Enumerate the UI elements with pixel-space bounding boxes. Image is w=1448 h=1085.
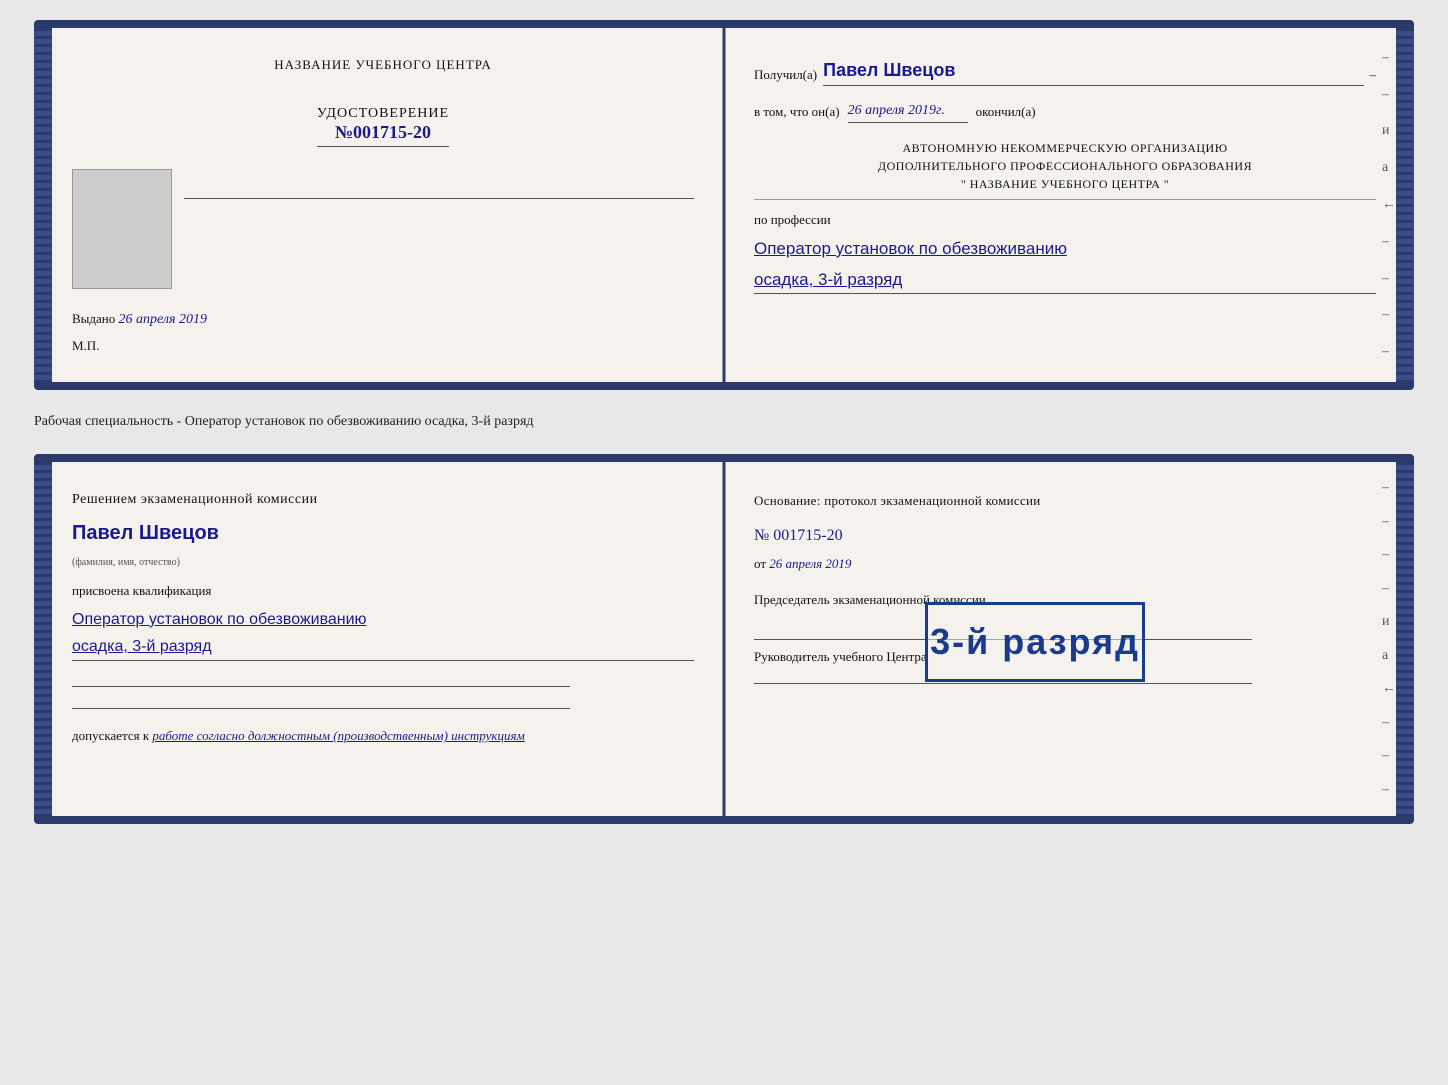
org-line3: " НАЗВАНИЕ УЧЕБНОГО ЦЕНТРА " xyxy=(961,177,1169,191)
poluchil-label: Получил(а) xyxy=(754,65,817,86)
sig-line-1 xyxy=(72,669,570,687)
spine-right-1 xyxy=(1396,28,1414,382)
razryad-value-1: осадка, 3-й разряд xyxy=(754,266,1376,294)
udostoverenie-block: УДОСТОВЕРЕНИЕ №001715-20 xyxy=(317,106,449,147)
vtom-line: в том, что он(а) 26 апреля 2019г. окончи… xyxy=(754,100,1376,123)
separator-label: Рабочая специальность - Оператор установ… xyxy=(34,408,1414,436)
org-block: АВТОНОМНУЮ НЕКОММЕРЧЕСКУЮ ОРГАНИЗАЦИЮ ДО… xyxy=(754,139,1376,200)
razryad-value-2: осадка, 3-й разряд xyxy=(72,633,694,661)
dopuskaetsya-block: допускается к работе согласно должностны… xyxy=(72,725,694,747)
dopuskaetsya-label: допускается к xyxy=(72,728,149,743)
komissia-fio-hint: (фамилия, имя, отчество) xyxy=(72,557,180,568)
udostoverenie-number: №001715-20 xyxy=(317,122,449,147)
doc1-left-panel: НАЗВАНИЕ УЧЕБНОГО ЦЕНТРА УДОСТОВЕРЕНИЕ №… xyxy=(42,28,724,382)
document-card-2: Решением экзаменационной комиссии Павел … xyxy=(34,454,1414,824)
poluchil-name: Павел Швецов xyxy=(823,56,1363,86)
org-line2: ДОПОЛНИТЕЛЬНОГО ПРОФЕССИОНАЛЬНОГО ОБРАЗО… xyxy=(878,159,1252,173)
profession-value-2: Оператор установок по обезвоживанию xyxy=(72,606,694,633)
signature-lines xyxy=(72,669,694,709)
stamp: 3-й разряд xyxy=(925,602,1145,682)
resheniyem-line: Решением экзаменационной комиссии xyxy=(72,490,694,510)
poluchil-line: Получил(а) Павел Швецов – xyxy=(754,56,1376,86)
org-line1: АВТОНОМНУЮ НЕКОММЕРЧЕСКУЮ ОРГАНИЗАЦИЮ xyxy=(902,141,1227,155)
spine-right-2 xyxy=(1396,462,1414,816)
ot-date: 26 апреля 2019 xyxy=(769,556,851,571)
photo-placeholder xyxy=(72,169,172,289)
page-wrapper: НАЗВАНИЕ УЧЕБНОГО ЦЕНТРА УДОСТОВЕРЕНИЕ №… xyxy=(34,20,1414,824)
doc1-right-panel: Получил(а) Павел Швецов – в том, что он(… xyxy=(724,28,1406,382)
komissia-name: Павел Швецов xyxy=(72,516,694,550)
udostoverenie-label: УДОСТОВЕРЕНИЕ xyxy=(317,106,449,122)
protocol-number: № 001715-20 xyxy=(754,522,1376,549)
dopuskaetsya-val: работе согласно должностным (производств… xyxy=(152,728,524,743)
po-professii-line: по профессии xyxy=(754,210,1376,231)
sig-line-2 xyxy=(72,691,570,709)
stamp-text: 3-й разряд xyxy=(930,611,1140,672)
prisvoena-line: присвоена квалификация xyxy=(72,580,694,602)
doc2-right-panel: Основание: протокол экзаменационной коми… xyxy=(724,462,1406,816)
document-card-1: НАЗВАНИЕ УЧЕБНОГО ЦЕНТРА УДОСТОВЕРЕНИЕ №… xyxy=(34,20,1414,390)
doc1-header-title: НАЗВАНИЕ УЧЕБНОГО ЦЕНТРА xyxy=(274,56,491,74)
right-dashes-1: – – и а ← – – – – xyxy=(1382,28,1396,382)
komissia-name-block: Павел Швецов (фамилия, имя, отчество) xyxy=(72,516,694,572)
vtom-date: 26 апреля 2019г. xyxy=(848,100,968,123)
profession-value-1: Оператор установок по обезвоживанию xyxy=(754,235,1376,262)
dash-1: – xyxy=(1370,65,1377,86)
ot-line: от 26 апреля 2019 xyxy=(754,553,1376,575)
osnovanie-line: Основание: протокол экзаменационной коми… xyxy=(754,490,1376,512)
right-dashes-2: – – – – и а ← – – – xyxy=(1382,462,1396,816)
mp-label: М.П. xyxy=(72,338,99,354)
vtom-label: в том, что он(а) xyxy=(754,102,840,123)
vydano-line: Выдано 26 апреля 2019 xyxy=(72,311,207,328)
doc2-left-panel: Решением экзаменационной комиссии Павел … xyxy=(42,462,724,816)
vydano-date: 26 апреля 2019 xyxy=(119,312,207,327)
okonchil-label: окончил(а) xyxy=(976,102,1036,123)
